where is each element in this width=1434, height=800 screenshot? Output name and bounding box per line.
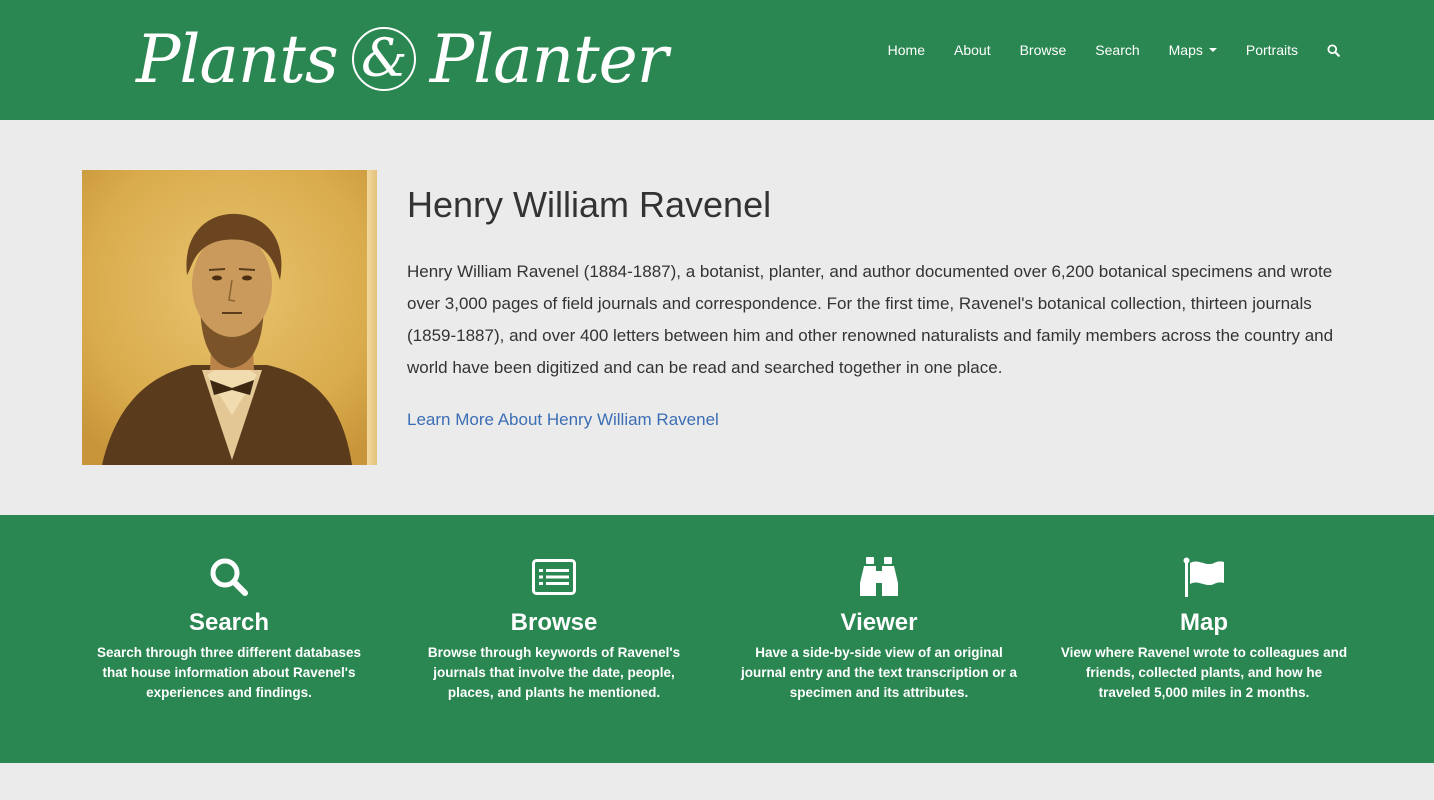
feature-text: Search through three different databases… (96, 645, 362, 700)
feature-text: View where Ravenel wrote to colleagues a… (1060, 645, 1348, 700)
nav-browse[interactable]: Browse (1020, 42, 1067, 58)
list-icon (532, 559, 576, 595)
nav-maps-label: Maps (1168, 42, 1203, 58)
nav-search[interactable]: Search (1095, 42, 1139, 58)
ravenel-portrait (82, 170, 377, 465)
caret-down-icon (1208, 48, 1217, 52)
nav-search-button[interactable] (1327, 43, 1340, 57)
logo-text-planter: Planter (429, 20, 669, 98)
nav-portraits[interactable]: Portraits (1246, 42, 1298, 58)
nav-maps-dropdown[interactable]: Maps (1169, 42, 1217, 58)
feature-text: Have a side-by-side view of an original … (740, 645, 1018, 700)
binoculars-icon (860, 557, 898, 596)
feature-title: Viewer (840, 609, 918, 636)
hero-section: Henry William Ravenel Henry William Rave… (0, 120, 1434, 515)
learn-more-link[interactable]: Learn More About Henry William Ravenel (407, 410, 719, 430)
site-header: Plants & Planter Home About Browse Searc… (0, 0, 1434, 120)
feature-title: Browse (510, 609, 598, 636)
portrait-photo (82, 170, 377, 465)
feature-browse[interactable]: Browse Browse through keywords of Ravene… (409, 555, 699, 703)
nav-home[interactable]: Home (888, 42, 925, 58)
footer-strip (0, 763, 1434, 800)
site-logo[interactable]: Plants & Planter (136, 14, 669, 104)
feature-viewer[interactable]: Viewer Have a side-by-side view of an or… (734, 555, 1024, 703)
feature-search[interactable]: Search Search through three different da… (84, 555, 374, 703)
feature-map[interactable]: Map View where Ravenel wrote to colleagu… (1059, 555, 1349, 703)
bio-description: Henry William Ravenel (1884-1887), a bot… (407, 262, 1334, 377)
main-nav: Home About Browse Search Maps Portraits (859, 38, 1340, 62)
bio-block: Henry William Ravenel Henry William Rave… (407, 184, 1347, 430)
features-section: Search Search through three different da… (0, 515, 1434, 763)
nav-about[interactable]: About (954, 42, 991, 58)
flag-icon (1183, 557, 1224, 597)
feature-text: Browse through keywords of Ravenel's jou… (427, 645, 681, 700)
feature-title: Search (188, 609, 270, 636)
feature-title: Map (1180, 609, 1228, 636)
logo-text-plants: Plants (136, 20, 339, 98)
logo-ampersand: & (351, 27, 416, 91)
search-icon (210, 558, 248, 596)
search-icon (1327, 43, 1340, 57)
page-title: Henry William Ravenel (407, 184, 772, 225)
